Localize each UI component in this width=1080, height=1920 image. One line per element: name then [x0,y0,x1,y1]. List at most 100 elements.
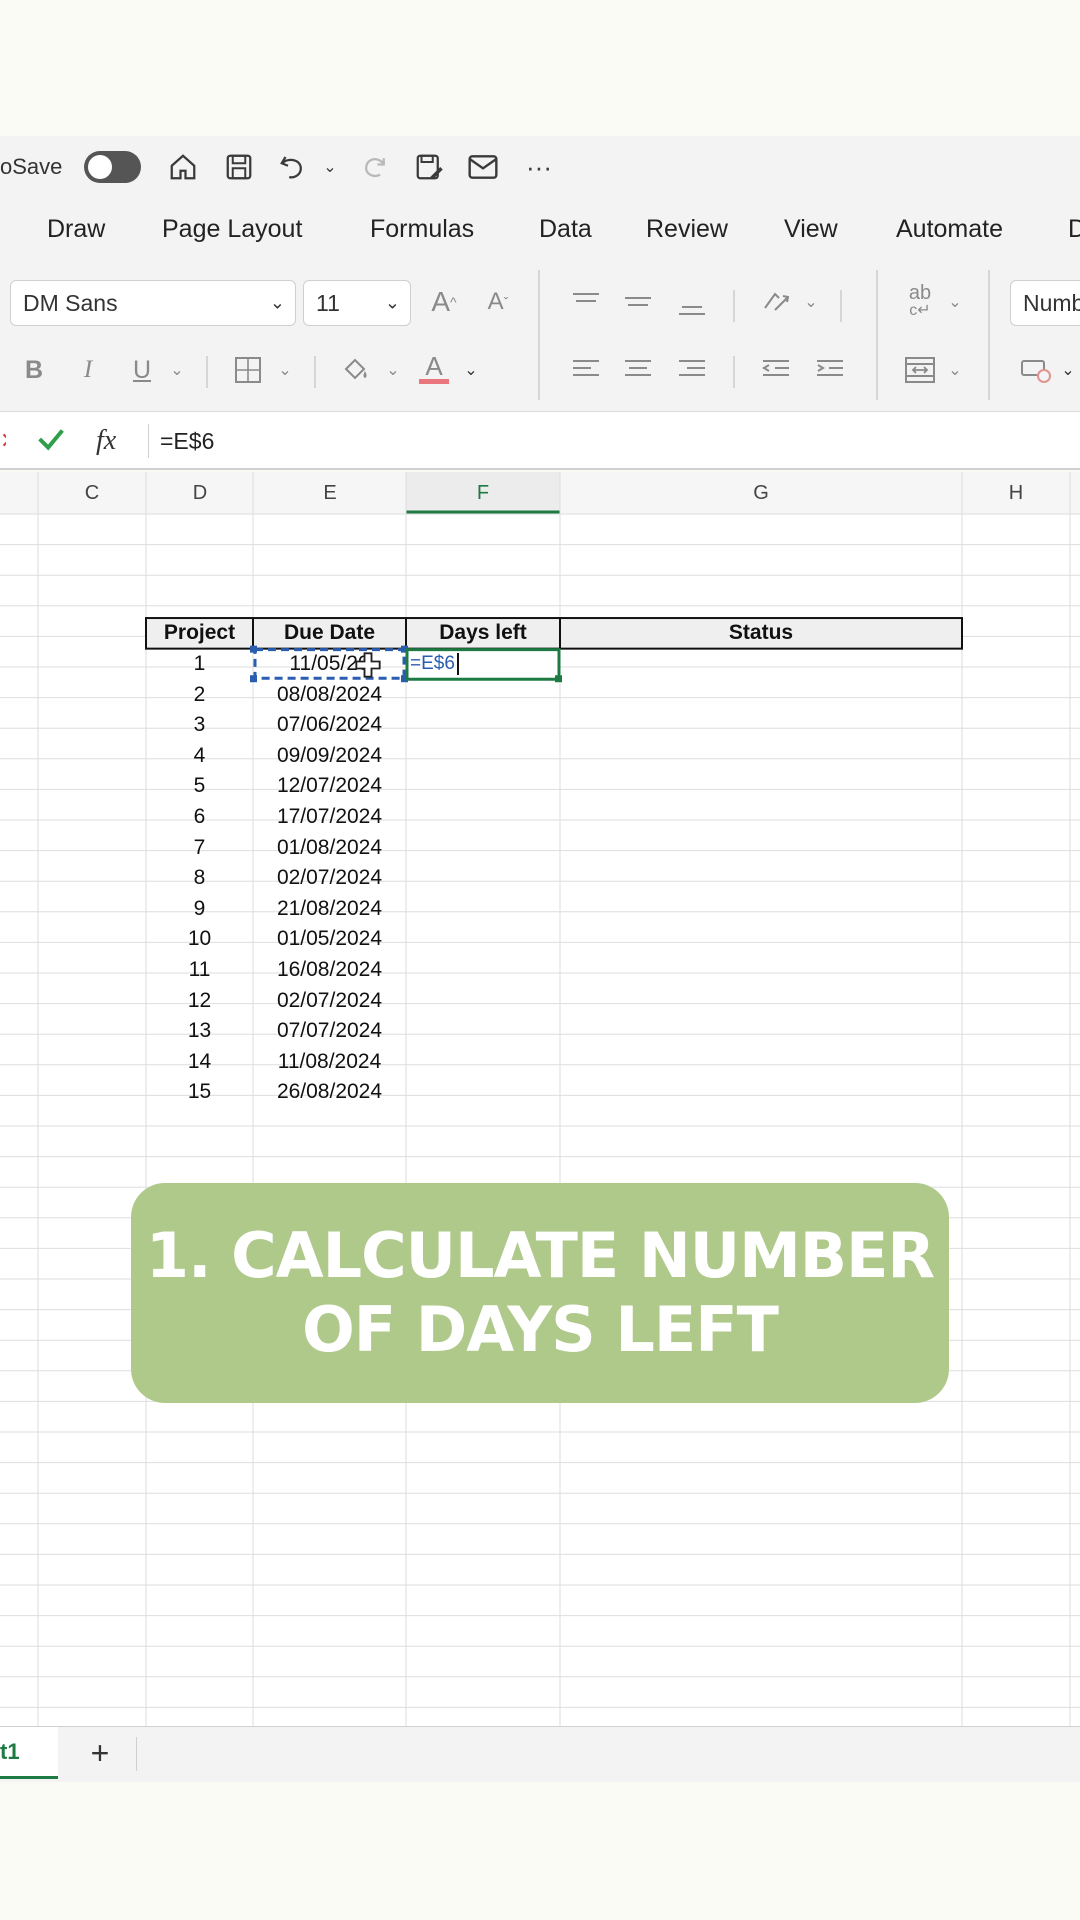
column-header-f[interactable]: F [443,472,523,514]
project-number-cell[interactable]: 1 [146,649,253,680]
underline-button[interactable]: U [124,350,160,390]
chevron-down-icon[interactable]: ⌄ [942,350,968,390]
project-number-cell[interactable]: 2 [146,679,253,710]
project-number-cell[interactable]: 15 [146,1077,253,1108]
due-date-cell[interactable]: 11/05/20 [253,649,406,680]
mail-icon[interactable] [464,136,502,198]
cancel-icon[interactable]: ✕ [0,428,6,454]
align-middle-icon[interactable] [618,282,658,322]
align-center-icon[interactable] [618,350,658,390]
home-icon[interactable] [164,136,202,198]
project-number-cell[interactable]: 5 [146,771,253,802]
merge-center-icon[interactable] [898,350,942,390]
wrap-text-icon[interactable]: ab c↵ [898,282,942,322]
insert-function-button[interactable]: fx [96,412,116,470]
worksheet-grid[interactable]: CDEFGH Project Due Date Days left Status 1 11… [0,472,1080,1726]
due-date-cell[interactable]: 08/08/2024 [253,679,406,710]
column-header-h[interactable]: H [976,472,1056,514]
project-number-cell[interactable]: 7 [146,832,253,863]
formula-input[interactable]: =E$6 [160,412,214,470]
undo-dropdown-chevron-icon[interactable]: ⌄ [318,136,342,198]
due-date-cell[interactable]: 07/07/2024 [253,1016,406,1047]
due-date-cell[interactable]: 02/07/2024 [253,985,406,1016]
increase-indent-icon[interactable] [810,350,850,390]
tab-draw[interactable]: Draw [47,198,105,260]
active-cell-editor[interactable]: =E$6 [410,649,550,680]
chevron-down-icon[interactable]: ⌄ [164,350,190,390]
tab-review[interactable]: Review [646,198,728,260]
chevron-down-icon[interactable]: ⌄ [942,282,968,322]
undo-icon[interactable] [274,136,312,198]
currency-format-icon[interactable] [1014,350,1058,390]
bold-button[interactable]: B [16,350,52,390]
confirm-check-icon[interactable] [34,422,70,460]
project-number-cell[interactable]: 11 [146,955,253,986]
tab-page-layout[interactable]: Page Layout [162,198,302,260]
due-date-cell[interactable]: 09/09/2024 [253,740,406,771]
tab-view[interactable]: View [784,198,838,260]
shrink-font-icon[interactable]: Aˇ [478,282,518,322]
redo-icon[interactable] [356,136,394,198]
orientation-icon[interactable] [756,282,796,322]
borders-icon[interactable] [228,350,268,390]
due-date-cell[interactable]: 01/08/2024 [253,832,406,863]
align-right-icon[interactable] [672,350,712,390]
due-date-cell[interactable]: 07/06/2024 [253,710,406,741]
project-number-cell[interactable]: 12 [146,985,253,1016]
align-bottom-icon[interactable] [672,286,712,326]
project-number-cell[interactable]: 14 [146,1046,253,1077]
project-number-cell[interactable]: 9 [146,893,253,924]
project-number-cell[interactable]: 13 [146,1016,253,1047]
fill-color-icon[interactable] [336,350,376,390]
column-header-g[interactable]: G [721,472,801,514]
project-number-cell[interactable]: 10 [146,924,253,955]
number-format-dropdown[interactable]: Numb [1010,280,1080,326]
chevron-down-icon: ⌄ [384,292,400,313]
column-header-c[interactable]: C [52,472,132,514]
italic-button[interactable]: I [70,350,106,390]
table-header-cell[interactable]: Due Date [253,618,406,649]
project-number-cell[interactable]: 4 [146,740,253,771]
add-sheet-button[interactable]: + [80,1727,120,1779]
tab-data[interactable]: Data [539,198,592,260]
font-name-dropdown[interactable]: DM Sans ⌄ [10,280,296,326]
tab-automate[interactable]: Automate [896,198,1003,260]
sheet-tab-active[interactable]: t1 [0,1727,58,1779]
decrease-indent-icon[interactable] [756,350,796,390]
tab-overflow[interactable]: D [1068,198,1080,260]
due-date-cell[interactable]: 21/08/2024 [253,893,406,924]
due-date-cell[interactable]: 16/08/2024 [253,955,406,986]
ribbon-separator [988,270,990,400]
save-icon[interactable] [220,136,258,198]
chevron-down-icon[interactable]: ⌄ [272,350,298,390]
tab-formulas[interactable]: Formulas [370,198,474,260]
quick-access-toolbar: oSave ⌄ ··· [0,136,1080,198]
chevron-down-icon[interactable]: ⌄ [458,350,484,390]
due-date-cell[interactable]: 02/07/2024 [253,863,406,894]
chevron-down-icon[interactable]: ⌄ [1056,350,1080,390]
align-left-icon[interactable] [566,350,606,390]
project-number-cell[interactable]: 6 [146,802,253,833]
chevron-down-icon[interactable]: ⌄ [798,282,824,322]
due-date-cell[interactable]: 12/07/2024 [253,771,406,802]
autosave-toggle[interactable] [84,151,141,183]
table-header-cell[interactable]: Status [560,618,962,649]
table-header-cell[interactable]: Days left [406,618,560,649]
align-top-icon[interactable] [566,282,606,322]
column-header-e[interactable]: E [290,472,370,514]
project-number-cell[interactable]: 3 [146,710,253,741]
due-date-cell[interactable]: 01/05/2024 [253,924,406,955]
more-icon[interactable]: ··· [520,136,558,198]
font-color-icon[interactable]: A [414,348,454,388]
grow-font-icon[interactable]: A ^ [424,282,464,322]
save-as-icon[interactable] [410,136,448,198]
due-date-cell[interactable]: 26/08/2024 [253,1077,406,1108]
due-date-cell[interactable]: 11/08/2024 [253,1046,406,1077]
font-size-dropdown[interactable]: 11 ⌄ [303,280,411,326]
column-header-d[interactable]: D [160,472,240,514]
chevron-down-icon[interactable]: ⌄ [380,350,406,390]
project-number-cell[interactable]: 8 [146,863,253,894]
table-header-cell[interactable]: Project [146,618,253,649]
due-date-cell[interactable]: 17/07/2024 [253,802,406,833]
number-format-value: Numb [1023,289,1080,316]
